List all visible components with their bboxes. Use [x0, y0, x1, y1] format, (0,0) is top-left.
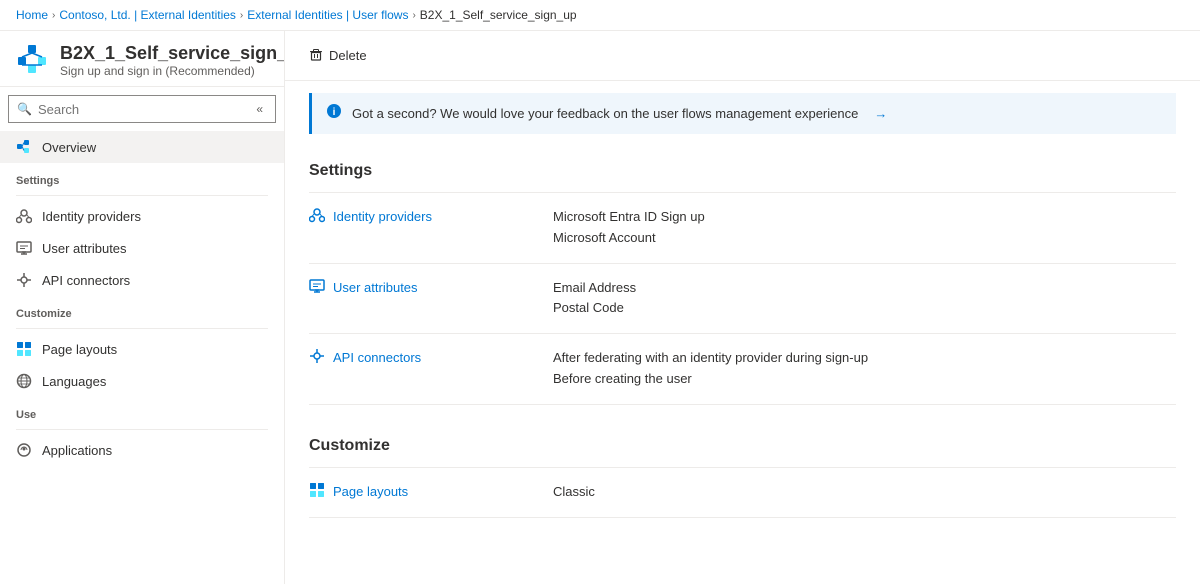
identity-providers-row-icon [309, 207, 325, 226]
delete-label: Delete [329, 48, 367, 63]
page-layouts-values: Classic [553, 482, 1176, 503]
sidebar-item-applications[interactable]: Applications [0, 434, 284, 466]
user-attributes-row-icon [309, 278, 325, 297]
api-connectors-row: API connectors After federating with an … [309, 334, 1176, 405]
search-icon: 🔍 [17, 102, 32, 116]
info-banner: i Got a second? We would love your feedb… [309, 93, 1176, 134]
sidebar-item-api-connectors[interactable]: API connectors [0, 264, 284, 296]
page-layouts-value-1: Classic [553, 482, 1176, 503]
user-attributes-value-1: Email Address [553, 278, 1176, 299]
settings-divider [16, 195, 268, 196]
delete-button[interactable]: Delete [309, 43, 367, 68]
customize-divider [16, 328, 268, 329]
api-connectors-icon [16, 272, 32, 288]
sidebar-item-identity-providers[interactable]: Identity providers [0, 200, 284, 232]
sidebar-item-languages[interactable]: Languages [0, 365, 284, 397]
page-header: B2X_1_Self_service_sign_up Sign up and s… [0, 31, 284, 87]
toolbar: Delete [285, 31, 1200, 81]
sidebar-item-overview-label: Overview [42, 140, 96, 155]
sidebar-api-connectors-label: API connectors [42, 273, 130, 288]
languages-icon [16, 373, 32, 389]
settings-content-section: Settings Identity providers [285, 146, 1200, 421]
page-layouts-link[interactable]: Page layouts [333, 484, 408, 499]
api-connectors-values: After federating with an identity provid… [553, 348, 1176, 390]
breadcrumb-current: B2X_1_Self_service_sign_up [420, 8, 577, 22]
collapse-button[interactable]: « [252, 100, 267, 118]
identity-providers-row: Identity providers Microsoft Entra ID Si… [309, 193, 1176, 264]
breadcrumb-userflows[interactable]: External Identities | User flows [247, 8, 408, 22]
api-connectors-row-icon [309, 348, 325, 367]
breadcrumb-home[interactable]: Home [16, 8, 48, 22]
page-layouts-row: Page layouts Classic [309, 468, 1176, 518]
svg-text:i: i [333, 107, 336, 118]
sidebar: B2X_1_Self_service_sign_up Sign up and s… [0, 31, 285, 584]
overview-icon [16, 139, 32, 155]
sidebar-languages-label: Languages [42, 374, 106, 389]
user-attributes-row: User attributes Email Address Postal Cod… [309, 264, 1176, 335]
customize-heading: Customize [309, 421, 1176, 455]
content-area: Delete i Got a second? We would love you… [285, 31, 1200, 584]
info-banner-arrow[interactable]: → [874, 106, 887, 121]
info-banner-text: Got a second? We would love your feedbac… [352, 106, 858, 121]
use-divider [16, 429, 268, 430]
page-title: B2X_1_Self_service_sign_up [60, 43, 285, 64]
page-layouts-icon [16, 341, 32, 357]
info-icon: i [326, 103, 342, 124]
b2x-icon [16, 43, 48, 75]
page-layouts-row-icon [309, 482, 325, 501]
settings-section-label: Settings [0, 163, 284, 191]
search-input[interactable] [38, 102, 242, 117]
settings-heading: Settings [309, 162, 1176, 180]
sidebar-item-overview[interactable]: Overview [0, 131, 284, 163]
user-attributes-value-2: Postal Code [553, 298, 1176, 319]
identity-providers-link[interactable]: Identity providers [333, 209, 432, 224]
page-subtitle: Sign up and sign in (Recommended) [60, 64, 285, 78]
applications-icon [16, 442, 32, 458]
identity-providers-value-1: Microsoft Entra ID Sign up [553, 207, 1176, 228]
search-container: 🔍 « [0, 87, 284, 131]
identity-providers-value-2: Microsoft Account [553, 228, 1176, 249]
identity-providers-icon [16, 208, 32, 224]
user-attributes-values: Email Address Postal Code [553, 278, 1176, 320]
sidebar-item-user-attributes[interactable]: User attributes [0, 232, 284, 264]
sidebar-user-attributes-label: User attributes [42, 241, 127, 256]
user-attributes-link[interactable]: User attributes [333, 280, 418, 295]
sidebar-item-page-layouts[interactable]: Page layouts [0, 333, 284, 365]
sidebar-applications-label: Applications [42, 443, 112, 458]
user-attributes-icon [16, 240, 32, 256]
breadcrumb: Home › Contoso, Ltd. | External Identiti… [0, 0, 1200, 31]
use-section-label: Use [0, 397, 284, 425]
sidebar-identity-providers-label: Identity providers [42, 209, 141, 224]
api-connectors-link[interactable]: API connectors [333, 350, 421, 365]
customize-section-label: Customize [0, 296, 284, 324]
sidebar-page-layouts-label: Page layouts [42, 342, 117, 357]
delete-icon [309, 47, 323, 64]
api-connectors-value-1: After federating with an identity provid… [553, 348, 1176, 369]
breadcrumb-contoso[interactable]: Contoso, Ltd. | External Identities [59, 8, 236, 22]
api-connectors-value-2: Before creating the user [553, 369, 1176, 390]
customize-content-section: Customize Page layouts [285, 421, 1200, 534]
identity-providers-values: Microsoft Entra ID Sign up Microsoft Acc… [553, 207, 1176, 249]
